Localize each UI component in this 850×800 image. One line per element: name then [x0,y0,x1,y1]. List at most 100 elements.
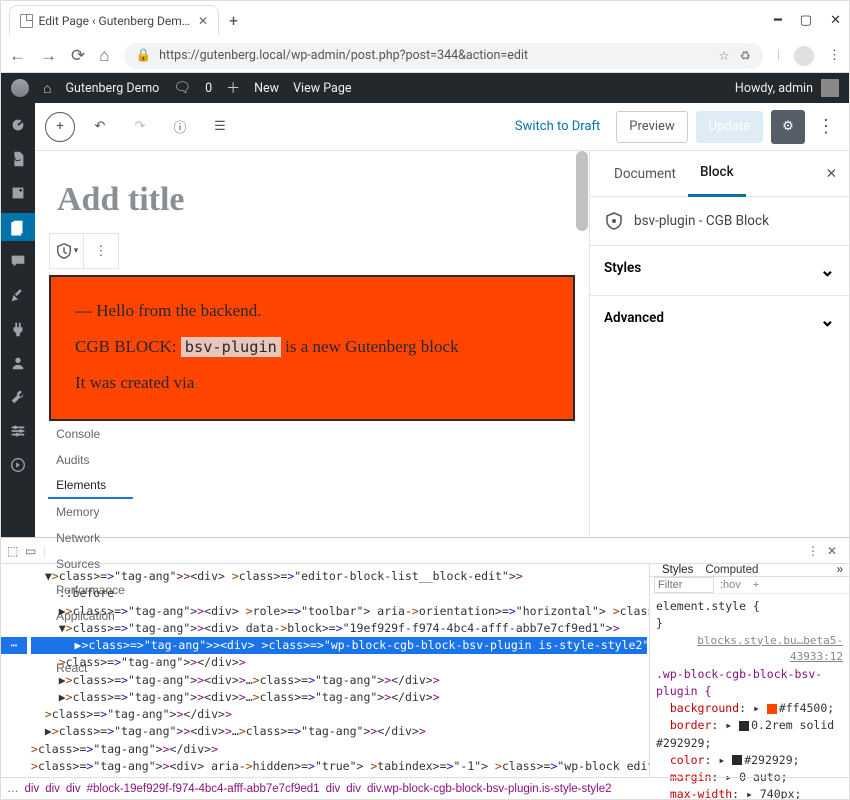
browser-tab[interactable]: Edit Page ‹ Gutenberg Demo — ... ✕ [9,5,219,35]
settings-gear-button[interactable]: ⚙ [771,110,805,144]
css-rule[interactable]: border: ▸ 0.2rem solid #292929; [656,717,843,752]
menu-media[interactable] [1,179,35,207]
dom-node[interactable]: ▶>class>=>"tag-ang">><div>>…>class>=>"ta… [31,672,647,689]
device-icon[interactable]: ▭ [25,544,41,558]
new-label[interactable]: New [254,81,279,96]
howdy-text[interactable]: Howdy, admin [735,81,813,96]
wordpress-logo-icon[interactable] [11,79,29,97]
css-rule[interactable]: color: ▸ #292929; [656,752,843,769]
site-name[interactable]: Gutenberg Demo [65,81,159,96]
css-selector[interactable]: .wp-block-cgb-block-bsv-plugin { [656,666,843,701]
dom-node[interactable]: ▼>class>=>"tag-ang">><div> data->block>=… [31,620,647,637]
address-bar[interactable]: 🔒 https://gutenberg.local/wp-admin/post.… [124,43,763,69]
style-filter-input[interactable] [654,577,714,593]
source-link[interactable]: blocks.style.bu…beta5-43933:12 [656,633,843,666]
close-tab-icon[interactable]: ✕ [198,14,208,28]
dom-node[interactable]: >class>=>"tag-ang">></div>> [31,741,647,758]
dom-node[interactable]: ▶>class>=>"tag-ang">><div> >role>=>"tool… [31,603,647,620]
devtools-more-icon[interactable]: ⋮ [807,544,819,558]
dom-node[interactable]: ::before [31,585,647,602]
lock-icon: 🔒 [136,48,152,63]
view-page-link[interactable]: View Page [293,81,351,96]
new-tab-button[interactable]: + [219,11,248,30]
breadcrumb-item[interactable]: #block-19ef929f-f974-4bc4-afff-abb7e7cf9… [87,783,320,795]
menu-settings[interactable] [1,417,35,445]
devtab-audits[interactable]: Audits [48,447,133,473]
menu-dashboard[interactable] [1,111,35,139]
bsv-plugin-block[interactable]: — Hello from the backend. CGB BLOCK: bsv… [49,275,575,421]
recycle-icon[interactable]: ♻ [740,48,751,64]
back-button[interactable]: ← [9,46,26,66]
block-more-icon[interactable]: ⋮ [84,234,118,268]
block-icon[interactable]: ▾ [50,234,84,268]
dom-node[interactable]: ▶>class>=>"tag-ang">><div>>…>class>=>"ta… [31,723,647,740]
home-button[interactable]: ⌂ [99,46,109,66]
devtools-close-icon[interactable]: ✕ [821,544,843,558]
dom-breadcrumb[interactable]: …divdivdiv#block-19ef929f-f974-4bc4-afff… [1,777,849,799]
add-new-icon[interactable]: ＋ [226,78,240,98]
panel-styles[interactable]: Styles [590,245,849,295]
breadcrumb-item[interactable]: div [346,783,361,795]
user-avatar[interactable] [821,79,839,97]
close-sidebar-icon[interactable]: ✕ [826,166,837,182]
block-title: bsv-plugin - CGB Block [634,213,769,229]
site-home-icon[interactable]: ⌂ [43,80,51,97]
styles-pane: Styles Computed » :hov + element.style {… [649,564,849,777]
dom-node[interactable]: >class>=>"tag-ang">></div>> [31,654,647,671]
breadcrumb-item[interactable]: div.wp-block-cgb-block-bsv-plugin.is-sty… [367,783,612,795]
tab-document[interactable]: Document [602,151,688,197]
dom-node[interactable]: >class>=>"tag-ang">><div> aria->hidden>=… [31,758,647,775]
menu-collapse[interactable] [1,451,35,479]
devtab-memory[interactable]: Memory [48,499,133,525]
subtab-computed[interactable]: Computed [699,564,764,576]
inspect-icon[interactable]: ⬚ [7,544,23,558]
menu-users[interactable] [1,349,35,377]
browser-menu-icon[interactable]: ⋮ [828,48,841,63]
dom-node[interactable]: >class>=>"tag-ang">></div>> [31,706,647,723]
undo-button[interactable]: ↶ [85,112,115,142]
css-rule[interactable]: background: ▸ #ff4500; [656,700,843,717]
element-style[interactable]: element.style { [656,598,843,615]
redo-button[interactable]: ↷ [125,112,155,142]
post-title-input[interactable]: Add title [47,173,577,233]
menu-posts[interactable] [1,145,35,173]
profile-avatar[interactable] [794,46,814,66]
breadcrumb-item[interactable]: div [25,783,40,795]
minimize-button[interactable]: ━ [774,12,782,28]
breadcrumb-item[interactable]: … [7,783,19,795]
update-button[interactable]: Update [696,111,763,143]
preview-button[interactable]: Preview [616,111,687,143]
breadcrumb-item[interactable]: div [326,783,341,795]
info-button[interactable]: ⓘ [165,112,195,142]
bookmark-icon[interactable]: ☆ [718,48,729,64]
more-options-button[interactable]: ⋮ [813,116,839,137]
tab-block[interactable]: Block [688,151,746,197]
forward-button[interactable]: → [40,46,57,66]
menu-tools[interactable] [1,383,35,411]
subtab-styles[interactable]: Styles [656,564,699,576]
menu-appearance[interactable] [1,281,35,309]
panel-advanced[interactable]: Advanced [590,295,849,345]
dom-tree[interactable]: ▼>class>=>"tag-ang">><div> >class>=>"edi… [1,564,649,777]
breadcrumb-item[interactable]: div [45,783,60,795]
menu-comments[interactable] [1,247,35,275]
maximize-button[interactable]: ▢ [800,12,812,28]
menu-plugins[interactable] [1,315,35,343]
devtab-elements[interactable]: Elements [48,473,133,499]
switch-to-draft-button[interactable]: Switch to Draft [507,119,608,134]
subtab-more[interactable]: » [837,564,843,576]
close-window-button[interactable]: ✕ [830,12,841,28]
devtab-console[interactable]: Console [48,421,133,447]
outline-button[interactable]: ☰ [205,112,235,142]
dom-node[interactable]: ▶>class>=>"tag-ang">><div> >class>=>"wp-… [31,637,647,654]
dom-node[interactable]: ▶>class>=>"tag-ang">><div>>…>class>=>"ta… [31,689,647,706]
devtab-network[interactable]: Network [48,525,133,551]
add-style-button[interactable]: + [753,579,759,591]
dom-node[interactable]: ▼>class>=>"tag-ang">><div> >class>=>"edi… [31,568,647,585]
add-block-button[interactable]: + [45,112,75,142]
reload-button[interactable]: ⟳ [71,46,85,66]
hov-toggle[interactable]: :hov [720,579,741,591]
comments-icon[interactable]: 🗨 [173,80,191,96]
breadcrumb-item[interactable]: div [66,783,81,795]
menu-pages[interactable] [1,213,35,241]
